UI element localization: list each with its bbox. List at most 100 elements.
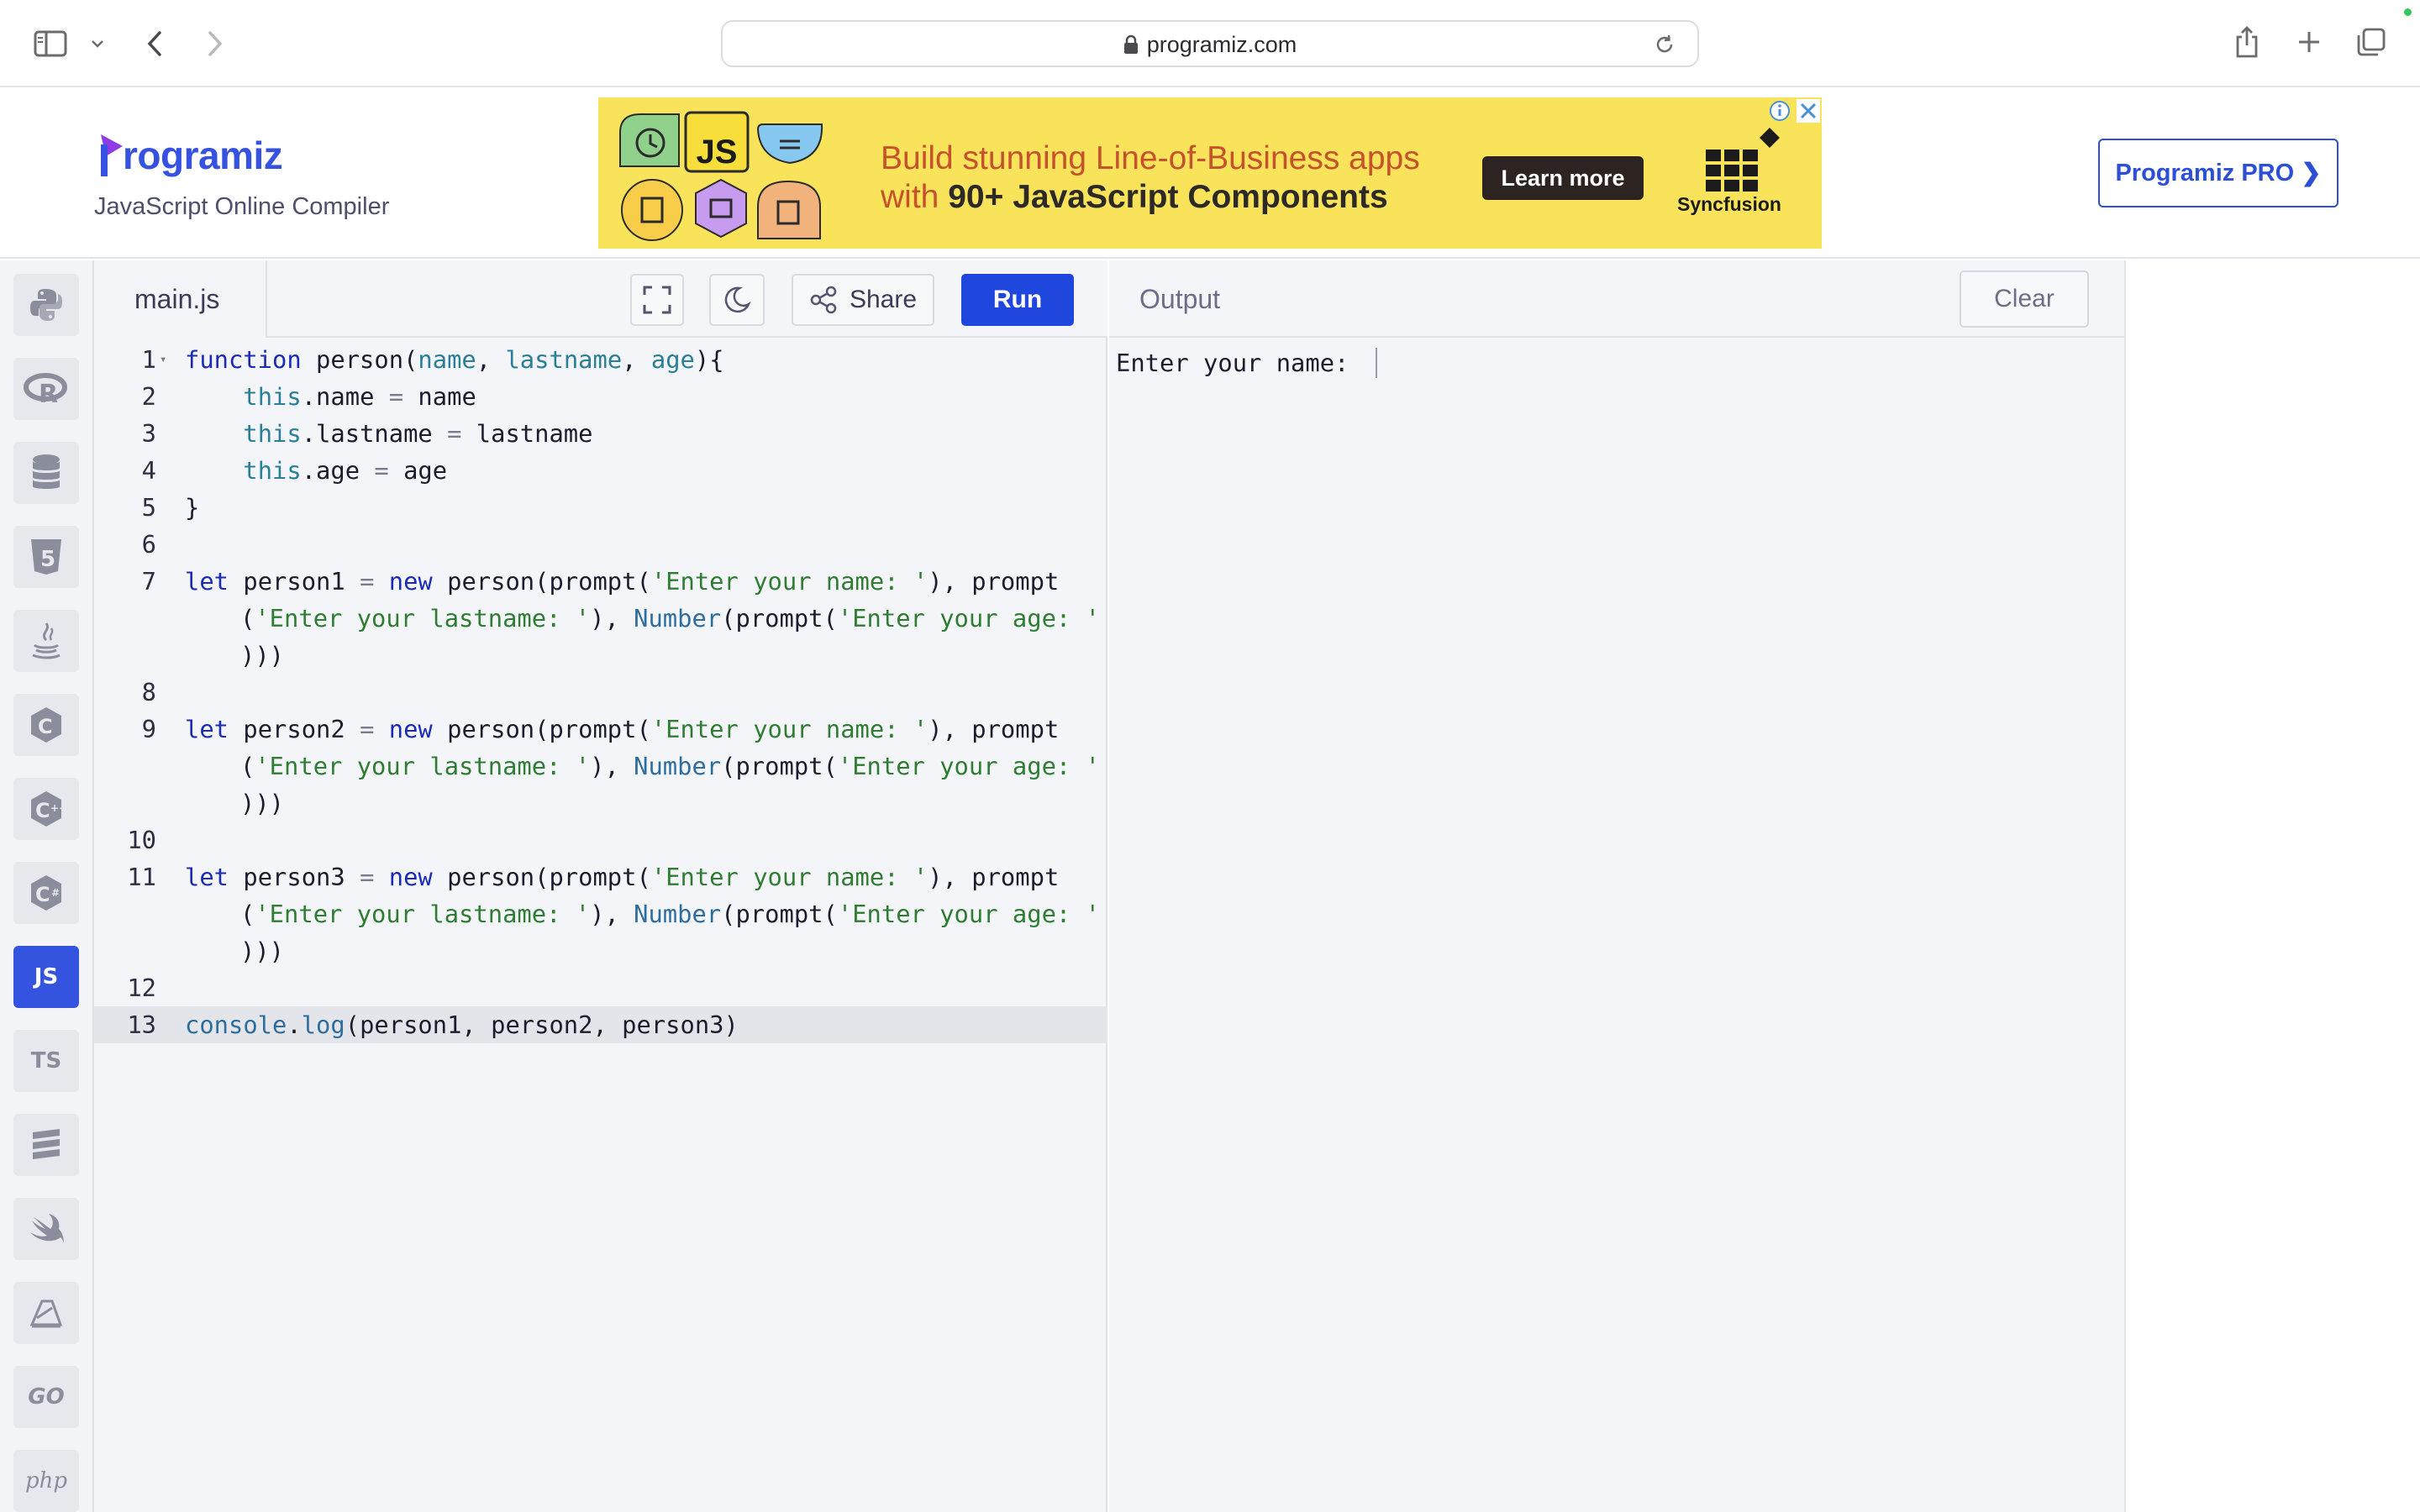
code-line: 8: [94, 674, 1107, 711]
code-text: ))): [240, 789, 285, 817]
code-line: 3 this.lastname = lastname: [94, 415, 1107, 452]
site-header: rogramiz JavaScript Online Compiler JS B…: [0, 87, 2420, 259]
line-number: 1: [141, 345, 156, 374]
sidebar-toggle-icon[interactable]: [32, 27, 69, 60]
programiz-pro-button[interactable]: Programiz PRO ❯: [2098, 139, 2338, 207]
language-sidebar: R 5 C C ++ C # JS TS GO php: [0, 260, 94, 1512]
lang-sql-db-icon[interactable]: [13, 1114, 79, 1176]
line-number: 4: [141, 456, 156, 485]
ad-headline-bold: 90+ JavaScript Components: [948, 179, 1388, 215]
address-bar[interactable]: programiz.com: [721, 20, 1699, 67]
lang-sql-icon[interactable]: [13, 442, 79, 504]
ad-info-icon[interactable]: [1768, 99, 1793, 123]
svg-text:R: R: [39, 380, 58, 406]
code-text: this.name = name: [243, 382, 476, 411]
line-number: 13: [127, 1011, 156, 1039]
moon-icon: [724, 286, 751, 313]
code-line: 10: [94, 822, 1107, 858]
code-text: let person3 = new person(prompt('Enter y…: [185, 863, 1060, 891]
share-button[interactable]: Share: [792, 274, 934, 326]
code-text: let person1 = new person(prompt('Enter y…: [185, 567, 1060, 596]
line-number: 8: [141, 678, 156, 706]
ad-banner[interactable]: JS Build stunning Line-of-Business apps …: [598, 97, 1822, 249]
chevron-down-icon[interactable]: [87, 32, 108, 55]
theme-toggle-button[interactable]: [709, 274, 765, 326]
code-line-wrap: ('Enter your lastname: '), Number(prompt…: [94, 895, 1107, 932]
line-number: 11: [127, 863, 156, 891]
svg-text:++: ++: [50, 802, 64, 814]
code-line-wrap: ))): [94, 932, 1107, 969]
lang-csharp-icon[interactable]: C #: [13, 862, 79, 924]
line-number: 12: [127, 974, 156, 1002]
clear-button[interactable]: Clear: [1960, 270, 2089, 328]
line-number: 10: [127, 826, 156, 854]
lang-r-icon[interactable]: R: [13, 358, 79, 420]
forward-icon[interactable]: [200, 25, 230, 62]
line-number: 7: [141, 567, 156, 596]
svg-text:#: #: [51, 887, 60, 899]
output-title: Output: [1139, 284, 1221, 314]
share-icon: [810, 286, 837, 314]
run-button[interactable]: Run: [961, 274, 1074, 326]
file-tab[interactable]: main.js: [94, 260, 267, 338]
line-number: 6: [141, 530, 156, 559]
code-line-wrap: ))): [94, 637, 1107, 674]
line-number: 9: [141, 715, 156, 743]
ad-learn-more-button[interactable]: Learn more: [1482, 156, 1644, 200]
fullscreen-button[interactable]: [630, 274, 684, 326]
ad-headline-prefix: with: [881, 179, 939, 215]
code-line-wrap: ('Enter your lastname: '), Number(prompt…: [94, 600, 1107, 637]
code-line: 4 this.age = age: [94, 452, 1107, 489]
svg-text:C: C: [38, 715, 53, 738]
code-text: ('Enter your lastname: '), Number(prompt…: [240, 752, 1100, 780]
code-line: 2 this.name = name: [94, 378, 1107, 415]
code-line: 12: [94, 969, 1107, 1006]
output-toolbar: Output Clear: [1109, 260, 2124, 338]
code-line-current: 13 console.log(person1, person2, person3…: [94, 1006, 1107, 1043]
browser-toolbar: programiz.com: [0, 0, 2420, 87]
code-text: }: [185, 493, 200, 522]
new-tab-icon[interactable]: [2294, 27, 2324, 57]
reload-icon[interactable]: [1652, 32, 1677, 57]
camera-indicator: [2404, 8, 2412, 16]
code-text: this.lastname = lastname: [243, 419, 593, 448]
fullscreen-icon: [643, 286, 671, 314]
line-number: 5: [141, 493, 156, 522]
line-number: 2: [141, 382, 156, 411]
back-icon[interactable]: [139, 25, 170, 62]
share-page-icon[interactable]: [2232, 24, 2262, 60]
lang-rust-icon[interactable]: [13, 1282, 79, 1344]
lang-java-icon[interactable]: [13, 610, 79, 672]
output-panel: Output Clear Enter your name:: [1109, 260, 2124, 1512]
text-caret: [1375, 348, 1377, 378]
code-line: 5 }: [94, 489, 1107, 526]
tab-overview-icon[interactable]: [2354, 25, 2388, 59]
code-line: 1 ▾ function person(name, lastname, age)…: [94, 341, 1107, 378]
lang-c-icon[interactable]: C: [13, 694, 79, 756]
code-line: 7 let person1 = new person(prompt('Enter…: [94, 563, 1107, 600]
code-line-wrap: ('Enter your lastname: '), Number(prompt…: [94, 748, 1107, 785]
ad-close-icon[interactable]: [1797, 99, 1822, 123]
share-label: Share: [849, 286, 918, 313]
logo-text: rogramiz: [123, 134, 283, 177]
lang-typescript-icon[interactable]: TS: [13, 1030, 79, 1092]
code-text: function person(name, lastname, age){: [185, 345, 724, 374]
lang-cpp-icon[interactable]: C ++: [13, 778, 79, 840]
lang-php-icon[interactable]: php: [13, 1450, 79, 1512]
lang-html-icon[interactable]: 5: [13, 526, 79, 588]
output-terminal[interactable]: Enter your name:: [1116, 344, 1377, 381]
code-text: ))): [240, 937, 285, 965]
ad-headline-line1: Build stunning Line-of-Business apps: [881, 140, 1420, 176]
code-line-wrap: ))): [94, 785, 1107, 822]
code-area[interactable]: 1 ▾ function person(name, lastname, age)…: [94, 338, 1107, 1512]
ad-headline: Build stunning Line-of-Business apps wit…: [881, 139, 1420, 217]
right-margin: [2124, 260, 2420, 1512]
code-line: 6: [94, 526, 1107, 563]
lang-go-icon[interactable]: GO: [13, 1366, 79, 1428]
lang-python-icon[interactable]: [13, 274, 79, 336]
lang-swift-icon[interactable]: [13, 1198, 79, 1260]
lang-javascript-icon[interactable]: JS: [13, 946, 79, 1008]
code-text: this.age = age: [243, 456, 448, 485]
svg-text:C: C: [35, 799, 50, 822]
fold-arrow-icon[interactable]: ▾: [160, 341, 166, 378]
